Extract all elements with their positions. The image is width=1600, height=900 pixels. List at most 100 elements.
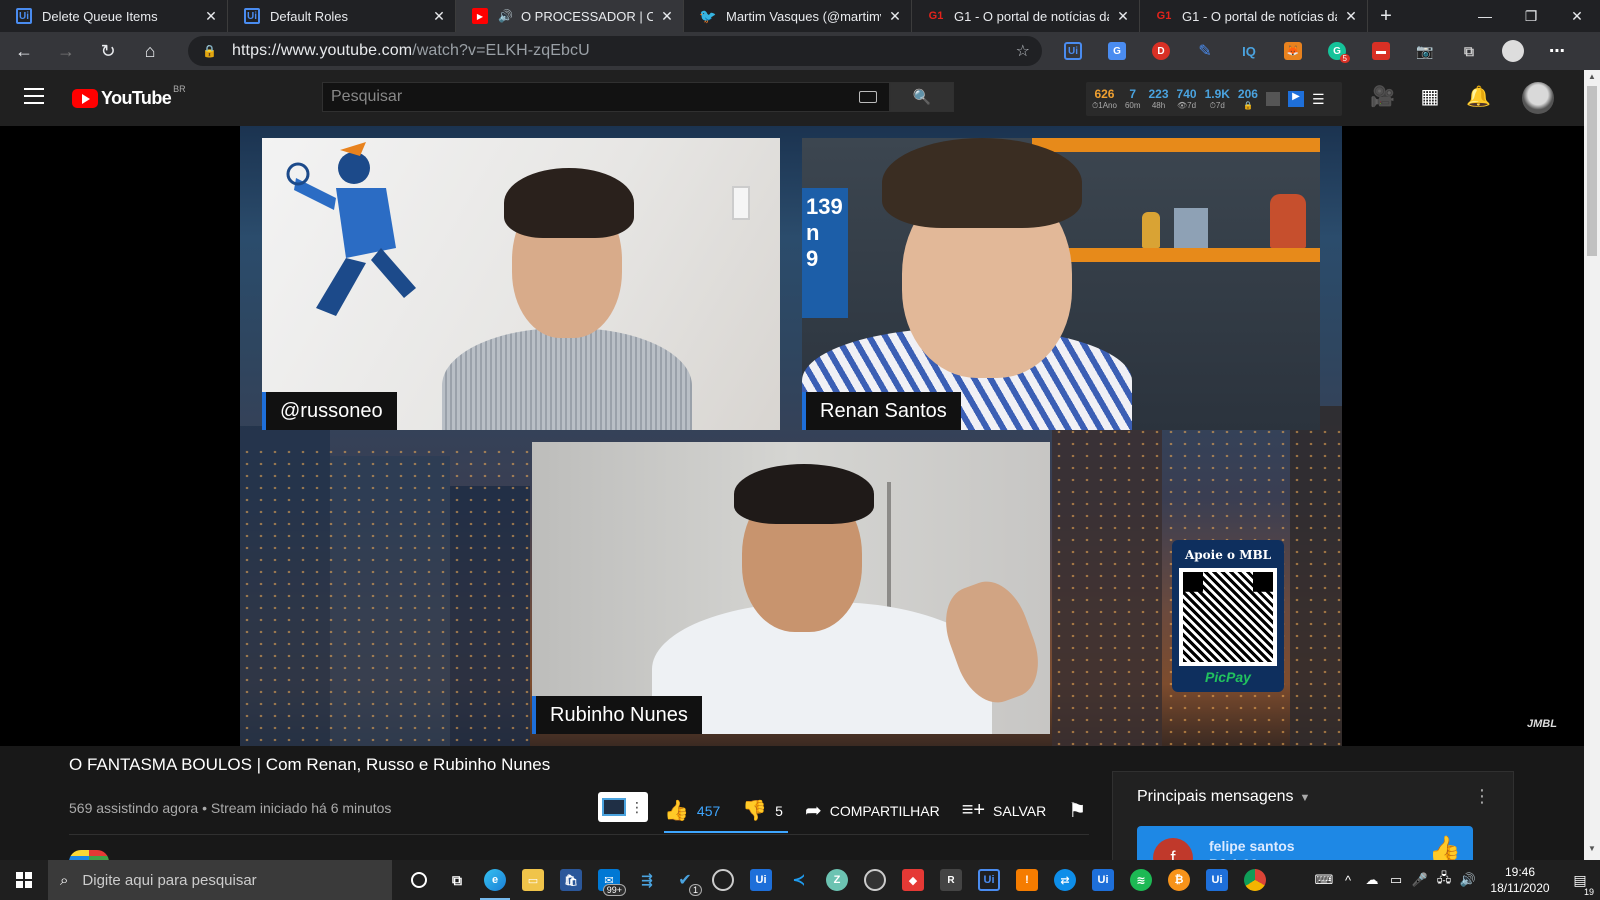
chevron-down-icon: ▼ xyxy=(1299,792,1311,804)
keyboard-icon[interactable] xyxy=(859,91,877,103)
r-app-icon[interactable]: R xyxy=(932,860,970,900)
share-button[interactable]: ➦ COMPARTILHAR xyxy=(805,798,940,823)
audio-icon[interactable]: 🔊 xyxy=(498,9,513,23)
keyboard-icon[interactable]: ⌨ xyxy=(1312,872,1336,888)
anydesk-icon[interactable]: ◆ xyxy=(894,860,932,900)
chat-mode-dropdown[interactable]: Principais mensagens ▼ xyxy=(1137,788,1310,806)
chart-icon[interactable] xyxy=(1265,92,1280,106)
list-icon[interactable]: ☰ xyxy=(1312,91,1325,108)
reload-icon[interactable]: ↻ xyxy=(90,35,126,67)
close-icon[interactable]: ✕ xyxy=(887,8,903,25)
search-input[interactable] xyxy=(331,88,851,106)
menu-icon[interactable] xyxy=(24,88,44,109)
play-list-icon[interactable]: ▶ xyxy=(1287,91,1304,107)
steam-icon[interactable] xyxy=(856,860,894,900)
browser-tab-twitter[interactable]: 🐦 Martim Vasques (@martimvasc ✕ xyxy=(684,0,912,32)
forward-icon[interactable]: → xyxy=(48,35,84,67)
uipath-assistant-icon[interactable]: Ui xyxy=(1084,860,1122,900)
chrome-icon[interactable] xyxy=(1236,860,1274,900)
more-options-icon[interactable]: ⋮ xyxy=(1473,786,1491,807)
z-app-icon[interactable]: Z xyxy=(818,860,856,900)
taskbar-search[interactable]: ⌕ Digite aqui para pesquisar xyxy=(48,860,392,900)
save-button[interactable]: ≡+ SALVAR xyxy=(962,799,1047,822)
fox-extension-icon[interactable]: 🦊 xyxy=(1274,37,1312,65)
file-explorer-icon[interactable]: ▭ xyxy=(514,860,552,900)
browser-menu-icon[interactable]: ⋯ xyxy=(1538,37,1576,65)
like-button[interactable]: 👍 457 xyxy=(664,798,720,823)
youtube-logo[interactable]: YouTube BR xyxy=(72,84,186,109)
dislike-button[interactable]: 👎 5 xyxy=(742,798,783,823)
search-button[interactable]: 🔍 xyxy=(890,82,954,112)
notifications-bell-icon[interactable]: 🔔 xyxy=(1466,84,1491,109)
cortana-icon[interactable] xyxy=(400,860,438,900)
uipath-studio-icon[interactable]: Ui xyxy=(742,860,780,900)
iq-extension-icon[interactable]: IQ xyxy=(1230,37,1268,65)
uipath-robot-icon[interactable]: Ui xyxy=(970,860,1008,900)
address-bar[interactable]: 🔒 https://www.youtube.com/watch?v=ELKH-z… xyxy=(188,36,1042,66)
action-center-icon[interactable]: ▤ 19 xyxy=(1560,872,1600,897)
video-player[interactable]: @russoneo 139 n 9 Renan Santos Rubinho N… xyxy=(240,126,1342,746)
close-window-icon[interactable]: ✕ xyxy=(1554,0,1600,32)
volume-icon[interactable]: 🔊 xyxy=(1456,872,1480,888)
channel-stats-widget[interactable]: 626 ⏱1Ano 7 60m 223 48h 740 👁7d 1.9K ⏱7d 206 🔒… xyxy=(1086,82,1342,116)
onedrive-icon[interactable]: ☁ xyxy=(1360,872,1384,888)
browser-tab-default-roles[interactable]: Ui Default Roles ✕ xyxy=(228,0,456,32)
scroll-up-icon[interactable]: ▲ xyxy=(1584,72,1600,86)
browser-tab-delete-queue-items[interactable]: Ui Delete Queue Items ✕ xyxy=(0,0,228,32)
scrollbar-thumb[interactable] xyxy=(1587,86,1597,256)
browser-tab-youtube[interactable]: ▶ 🔊 O PROCESSADOR | Com R ✕ xyxy=(456,0,684,32)
edge-browser-icon[interactable]: e xyxy=(476,860,514,900)
powerautomate-icon[interactable]: ⇶ xyxy=(628,860,666,900)
vscode-icon[interactable]: ≺ xyxy=(780,860,818,900)
close-icon[interactable]: ✕ xyxy=(659,8,675,25)
obs-icon[interactable] xyxy=(704,860,742,900)
orange-app-icon[interactable]: ! xyxy=(1008,860,1046,900)
uipath-orchestrator-icon[interactable]: Ui xyxy=(1198,860,1236,900)
d-extension-icon[interactable]: D xyxy=(1142,37,1180,65)
display-icon[interactable]: ▭ xyxy=(1384,872,1408,888)
translate-extension-icon[interactable]: G xyxy=(1098,37,1136,65)
bookmark-star-icon[interactable]: ☆ xyxy=(1016,41,1030,61)
microphone-icon[interactable]: 🎤 xyxy=(1408,872,1432,888)
create-video-icon[interactable]: 🎥 xyxy=(1370,84,1395,109)
lock-icon[interactable]: 🔒 xyxy=(202,44,217,58)
store-icon[interactable]: 🛍 xyxy=(552,860,590,900)
back-icon[interactable]: ← xyxy=(6,35,42,67)
collections-icon[interactable]: ⧉ xyxy=(1450,37,1488,65)
page-scrollbar[interactable]: ▲ ▼ xyxy=(1584,70,1600,860)
account-avatar[interactable] xyxy=(1522,82,1554,114)
chat-extension-icon[interactable]: ▬ xyxy=(1362,37,1400,65)
apps-grid-icon[interactable]: ▦ xyxy=(1418,84,1442,109)
clock[interactable]: 19:46 18/11/2020 xyxy=(1480,864,1560,896)
teamviewer-icon[interactable]: ⇄ xyxy=(1046,860,1084,900)
scroll-down-icon[interactable]: ▼ xyxy=(1584,844,1600,858)
browser-tab-g1[interactable]: G1 G1 - O portal de notícias da Gl ✕ xyxy=(912,0,1140,32)
pen-extension-icon[interactable]: ✎ xyxy=(1186,37,1224,65)
close-icon[interactable]: ✕ xyxy=(203,8,219,25)
spotify-icon[interactable]: ≋ xyxy=(1122,860,1160,900)
report-button[interactable]: ⚑ xyxy=(1068,798,1094,823)
iq-extension-button[interactable]: ⋮ xyxy=(598,792,648,822)
new-tab-button[interactable]: + xyxy=(1368,0,1404,32)
close-icon[interactable]: ✕ xyxy=(1115,8,1131,25)
browser-tab-g1-2[interactable]: G1 G1 - O portal de notícias da Gl ✕ xyxy=(1140,0,1368,32)
home-icon[interactable]: ⌂ xyxy=(132,35,168,67)
start-button[interactable] xyxy=(0,860,48,900)
tab-title: Martim Vasques (@martimvasc xyxy=(726,8,881,24)
uipath-extension-icon[interactable]: Ui xyxy=(1054,37,1092,65)
camera-extension-icon[interactable]: 📷 xyxy=(1406,37,1444,65)
mail-icon[interactable]: ✉ 99+ xyxy=(590,860,628,900)
minimize-icon[interactable]: — xyxy=(1462,0,1508,32)
profile-avatar[interactable] xyxy=(1494,37,1532,65)
close-icon[interactable]: ✕ xyxy=(431,8,447,25)
task-view-icon[interactable]: ⧉ xyxy=(438,860,476,900)
network-icon[interactable]: 🖧 xyxy=(1432,869,1456,891)
bitcoin-icon[interactable]: ₿ xyxy=(1160,860,1198,900)
close-icon[interactable]: ✕ xyxy=(1343,8,1359,25)
restore-icon[interactable]: ❐ xyxy=(1508,0,1554,32)
show-hidden-icons-icon[interactable]: ^ xyxy=(1336,873,1360,888)
extensions-bar: Ui G D ✎ IQ 🦊 G5 ▬ 📷 ⧉ ⋯ xyxy=(1054,37,1576,65)
grammarly-extension-icon[interactable]: G5 xyxy=(1318,37,1356,65)
todo-icon[interactable]: ✔ 1 xyxy=(666,860,704,900)
extension-badge: 5 xyxy=(1339,54,1350,63)
